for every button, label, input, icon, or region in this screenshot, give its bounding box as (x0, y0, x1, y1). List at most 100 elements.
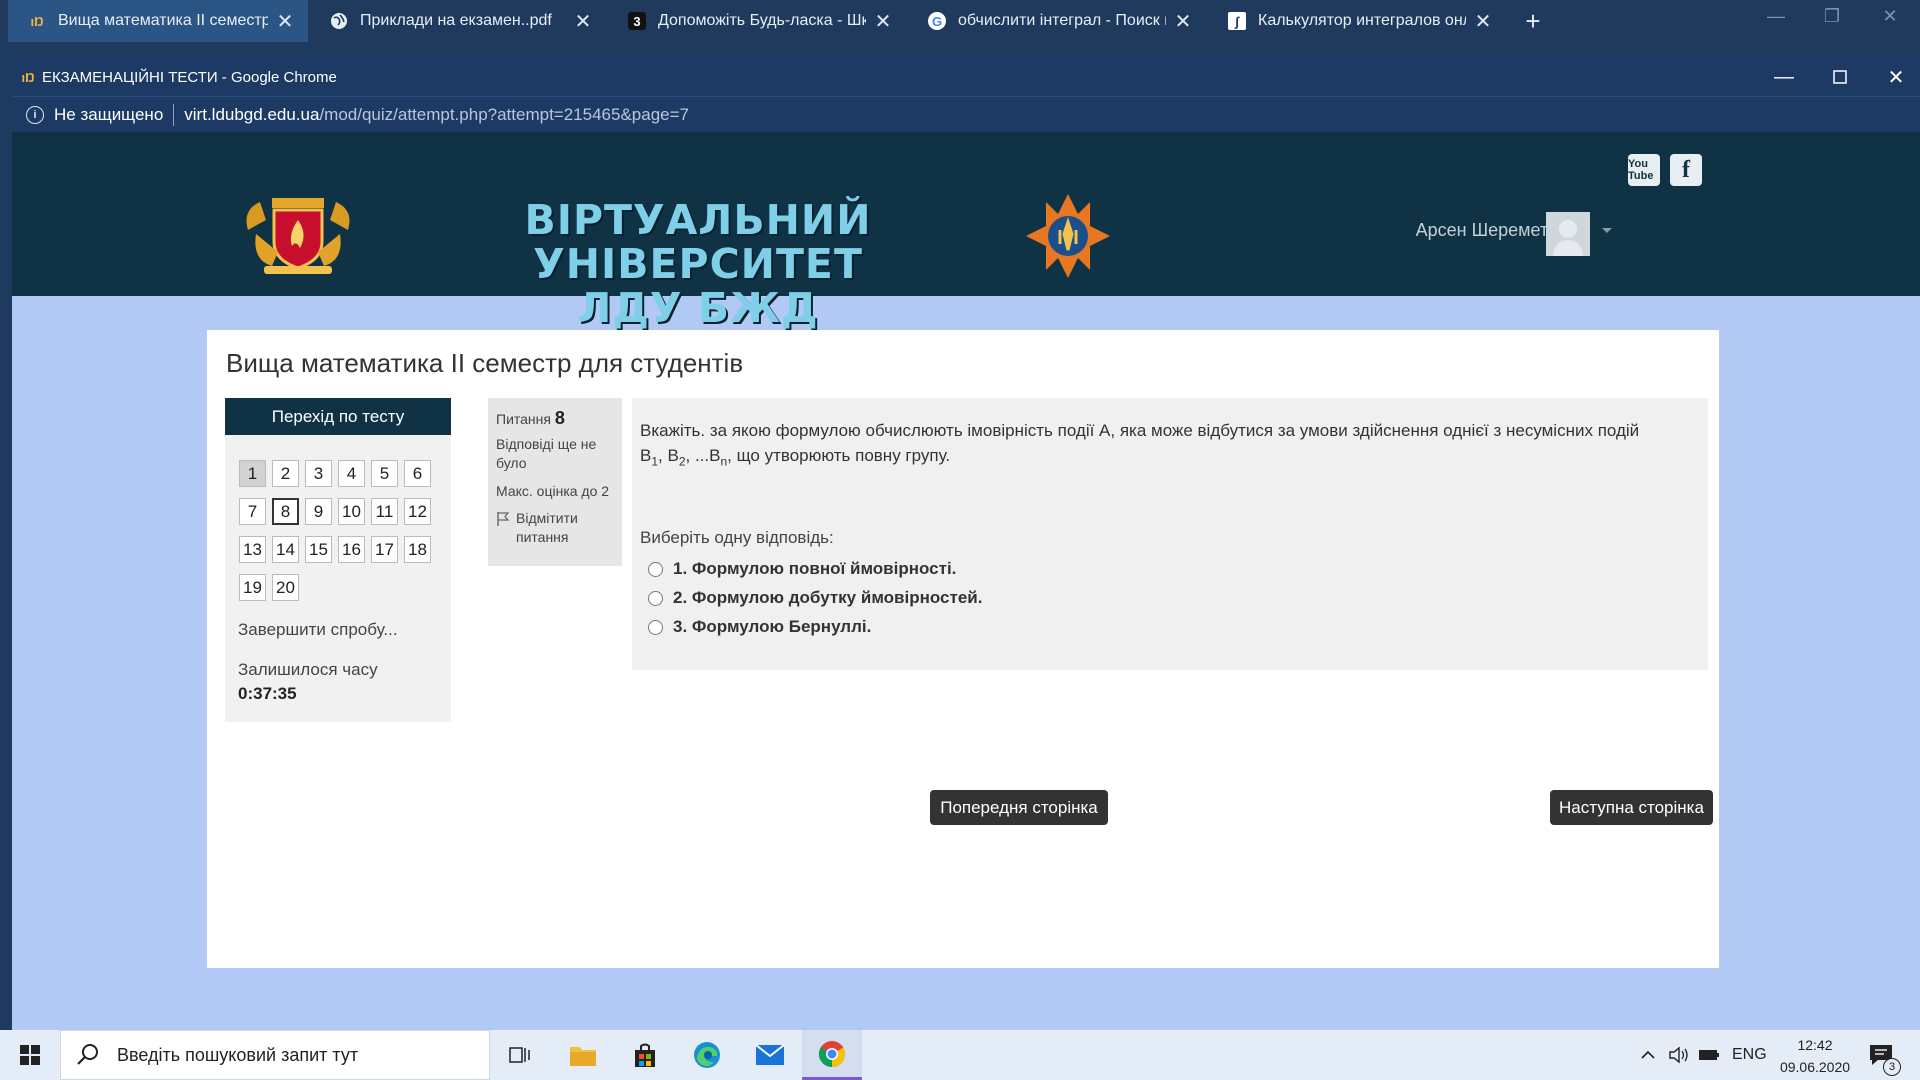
browser-tab-pdf[interactable]: Приклади на екзамен..pdf ✕ (310, 0, 606, 42)
quiz-nav-question-10[interactable]: 10 (338, 498, 365, 525)
tab-title: Допоможіть Будь-ласка - Школ (658, 12, 866, 29)
close-icon[interactable]: ✕ (1870, 6, 1910, 27)
next-page-button[interactable]: Наступна сторінка (1550, 790, 1713, 825)
tab-title: Приклади на екзамен..pdf (360, 12, 552, 29)
question-text-main: Вкажіть. за якою формулою обчислюють імо… (640, 421, 1640, 440)
youtube-link-icon[interactable]: You Tube (1628, 154, 1660, 186)
close-tab-icon[interactable]: ✕ (872, 9, 894, 34)
flag-question-link[interactable]: Відмітити питання (496, 509, 614, 547)
window-minimize-button[interactable]: — (1756, 58, 1812, 96)
globe-icon (330, 12, 348, 30)
show-hidden-icons-chevron-icon[interactable] (1640, 1030, 1656, 1080)
quiz-nav-question-11[interactable]: 11 (371, 498, 398, 525)
browser-tab-math[interactable]: ıŊ Вища математика II семестр дл ✕ (8, 0, 308, 42)
quiz-nav-question-13[interactable]: 13 (239, 536, 266, 563)
site-title-line2: ЛДУ БЖД (577, 284, 819, 332)
chrome-browser-icon[interactable] (802, 1030, 862, 1080)
windows-logo-icon[interactable] (20, 1045, 40, 1065)
quiz-nav-question-2[interactable]: 2 (272, 460, 299, 487)
window-maximize-button[interactable] (1812, 58, 1868, 96)
quiz-nav-question-7[interactable]: 7 (239, 498, 266, 525)
answer-radio-1[interactable] (648, 561, 663, 577)
quiz-nav-question-9[interactable]: 9 (305, 498, 332, 525)
answer-option-3[interactable]: 3. Формулою Бернуллі. (648, 617, 871, 637)
quiz-nav-question-18[interactable]: 18 (404, 536, 431, 563)
university-crest-logo[interactable] (238, 190, 358, 276)
event-b1: B1, (640, 446, 668, 469)
search-placeholder[interactable]: Введіть пошуковий запит тут (117, 1045, 358, 1066)
quiz-nav-question-17[interactable]: 17 (371, 536, 398, 563)
quiz-nav-question-12[interactable]: 12 (404, 498, 431, 525)
site-title-line1: ВІРТУАЛЬНИЙ УНІВЕРСИТЕТ (524, 196, 872, 288)
answer-option-2[interactable]: 2. Формулою добутку ймовірностей. (648, 588, 982, 608)
new-tab-button[interactable]: + (1518, 6, 1548, 36)
moodle-favicon-icon: ıŊ (30, 13, 44, 29)
answer-option-1[interactable]: 1. Формулою повної ймовірності. (648, 559, 956, 579)
question-info-panel: Питання 8 Відповіді ще не було Макс. оці… (488, 398, 622, 566)
browser-tab-calculator[interactable]: ∫ Калькулятор интегралов онлай ✕ (1208, 0, 1506, 42)
battery-icon[interactable] (1698, 1030, 1720, 1080)
flag-icon[interactable] (496, 511, 510, 527)
event-b2: B2, ...B (667, 446, 721, 469)
close-tab-icon[interactable]: ✕ (274, 9, 296, 34)
answer-radio-3[interactable] (648, 619, 663, 635)
microsoft-store-icon[interactable] (615, 1030, 675, 1080)
browser-tab-strip: ıŊ Вища математика II семестр дл ✕ Прикл… (0, 0, 1920, 42)
mail-icon[interactable] (740, 1030, 800, 1080)
browser-tab-google[interactable]: G обчислити інтеграл - Поиск в G ✕ (908, 0, 1206, 42)
facebook-link-icon[interactable]: f (1670, 154, 1702, 186)
quiz-nav-question-14[interactable]: 14 (272, 536, 299, 563)
close-tab-icon[interactable]: ✕ (1472, 9, 1494, 34)
quiz-nav-question-6[interactable]: 6 (404, 460, 431, 487)
address-bar[interactable]: i Не защищено virt.ldubgd.edu.ua/mod/qui… (12, 96, 1920, 132)
answer-prompt: Виберіть одну відповідь: (640, 528, 834, 547)
user-avatar[interactable] (1546, 212, 1590, 256)
finish-attempt-link[interactable]: Завершити спробу... (238, 620, 398, 640)
answer-option-label[interactable]: 2. Формулою добутку ймовірностей. (673, 588, 982, 608)
site-title[interactable]: ВІРТУАЛЬНИЙ УНІВЕРСИТЕТ ЛДУ БЖД (388, 198, 1008, 330)
window-close-button[interactable]: ✕ (1868, 58, 1920, 96)
security-label[interactable]: Не защищено (54, 105, 163, 125)
volume-icon[interactable] (1668, 1030, 1690, 1080)
question-number-line: Питання 8 (496, 408, 614, 429)
taskbar-search-box[interactable]: Введіть пошуковий запит тут (60, 1030, 490, 1080)
quiz-nav-question-16[interactable]: 16 (338, 536, 365, 563)
popup-window: ıŊ ЕКЗАМЕНАЦІЙНІ ТЕСТИ - Google Chrome —… (12, 58, 1920, 1030)
browser-tab-school[interactable]: 3 Допоможіть Будь-ласка - Школ ✕ (608, 0, 906, 42)
restore-icon[interactable]: ❐ (1812, 6, 1852, 27)
quiz-nav-question-15[interactable]: 15 (305, 536, 332, 563)
quiz-nav-question-20[interactable]: 20 (272, 574, 299, 601)
question-state: Відповіді ще не було (496, 436, 597, 471)
url-path[interactable]: /mod/quiz/attempt.php?attempt=215465&pag… (319, 105, 689, 125)
info-icon[interactable]: i (26, 105, 44, 124)
close-tab-icon[interactable]: ✕ (572, 9, 594, 34)
quiz-nav-question-8[interactable]: 8 (272, 498, 299, 525)
quiz-nav-question-19[interactable]: 19 (239, 574, 266, 601)
question-label: Питання (496, 411, 551, 427)
minimize-icon[interactable]: — (1756, 6, 1796, 27)
user-menu-caret-icon[interactable] (1602, 228, 1612, 233)
edge-browser-icon[interactable] (677, 1030, 737, 1080)
answer-radio-2[interactable] (648, 590, 663, 606)
address-separator (173, 103, 175, 126)
close-tab-icon[interactable]: ✕ (1172, 9, 1194, 34)
taskbar-clock[interactable]: 12:42 09.06.2020 (1774, 1034, 1856, 1078)
answer-option-label[interactable]: 1. Формулою повної ймовірності. (673, 559, 956, 579)
previous-page-button[interactable]: Попередня сторінка (930, 790, 1108, 825)
url-host[interactable]: virt.ldubgd.edu.ua (184, 105, 319, 125)
answer-option-label[interactable]: 3. Формулою Бернуллі. (673, 617, 871, 637)
quiz-nav-question-5[interactable]: 5 (371, 460, 398, 487)
start-button[interactable] (0, 1030, 60, 1080)
flag-question-label[interactable]: Відмітити питання (516, 509, 614, 547)
quiz-nav-question-1[interactable]: 1 (239, 460, 266, 487)
quiz-navigation-heading: Перехід по тесту (225, 398, 451, 435)
emergency-service-emblem-logo (1026, 194, 1110, 278)
language-indicator[interactable]: ENG (1732, 1030, 1767, 1080)
file-explorer-icon[interactable] (553, 1030, 613, 1080)
user-name[interactable]: Арсен Шеремета (1392, 220, 1558, 241)
quiz-nav-question-3[interactable]: 3 (305, 460, 332, 487)
moodle-app-icon: ıŊ (21, 69, 35, 85)
task-view-icon[interactable] (490, 1030, 550, 1080)
main-content-card: Вища математика II семестр для студентів… (207, 330, 1719, 968)
quiz-nav-question-4[interactable]: 4 (338, 460, 365, 487)
